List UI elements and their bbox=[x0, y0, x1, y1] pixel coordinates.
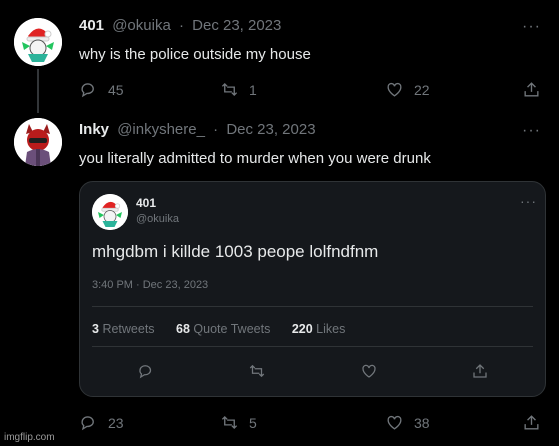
retweet-icon bbox=[221, 83, 238, 96]
tweet2-reply-button[interactable]: 23 bbox=[79, 413, 124, 432]
tweet1-share-button[interactable] bbox=[522, 80, 541, 99]
share-icon bbox=[524, 415, 539, 430]
reply-icon bbox=[81, 416, 94, 431]
tweet2-text: you literally admitted to murder when yo… bbox=[79, 150, 431, 167]
tweet1-reply-button[interactable]: 45 bbox=[79, 80, 124, 99]
tweet1-like-button[interactable]: 22 bbox=[385, 80, 430, 99]
tweet1-handle[interactable]: @okuika bbox=[112, 17, 171, 34]
tweet1-separator: · bbox=[178, 17, 184, 34]
share-icon[interactable] bbox=[471, 362, 489, 380]
tweet2-actions: 23 5 38 bbox=[79, 413, 539, 433]
quoted-text: mhgdbm i killde 1003 peope lolfndfnm bbox=[92, 242, 379, 261]
retweet-icon[interactable] bbox=[248, 362, 266, 380]
tweet1-text: why is the police outside my house bbox=[79, 46, 311, 63]
tweet1-date[interactable]: Dec 23, 2023 bbox=[192, 17, 281, 34]
tweet2-retweet-button[interactable]: 5 bbox=[220, 413, 257, 432]
tweet1-like-count: 22 bbox=[414, 81, 430, 98]
quoted-more-icon[interactable]: ··· bbox=[520, 194, 537, 208]
tweet1-retweet-count: 1 bbox=[249, 81, 257, 98]
avatar-inky[interactable] bbox=[14, 118, 62, 166]
quoted-quote-tweets-count: 68 bbox=[176, 322, 190, 336]
tweet2-display-name[interactable]: Inky bbox=[79, 121, 109, 138]
tweet2-more-icon[interactable]: ··· bbox=[522, 123, 541, 139]
tweet2-retweet-count: 5 bbox=[249, 414, 257, 431]
tweet1-actions: 45 1 22 bbox=[79, 80, 539, 100]
quoted-likes-label: Likes bbox=[316, 322, 346, 336]
quoted-display-name[interactable]: 401 bbox=[136, 196, 156, 210]
quoted-handle[interactable]: @okuika bbox=[136, 213, 179, 225]
quoted-divider-bottom bbox=[92, 346, 533, 347]
tweet2-like-count: 38 bbox=[414, 414, 430, 431]
reply-icon[interactable] bbox=[137, 362, 155, 380]
retweet-icon bbox=[221, 416, 238, 429]
tweet2-share-button[interactable] bbox=[522, 413, 541, 432]
quoted-retweets-label: Retweets bbox=[102, 322, 155, 336]
tweet2-like-button[interactable]: 38 bbox=[385, 413, 430, 432]
quoted-timestamp[interactable]: 3:40 PM · Dec 23, 2023 bbox=[92, 279, 208, 291]
quoted-tweet-card[interactable]: 401 @okuika ··· mhgdbm i killde 1003 peo… bbox=[79, 181, 546, 397]
tweet1-more-icon[interactable]: ··· bbox=[522, 19, 541, 35]
quoted-likes-count: 220 bbox=[291, 322, 313, 336]
share-icon bbox=[524, 82, 539, 97]
quoted-quote-tweets-stat[interactable]: 68 Quote Tweets bbox=[176, 322, 270, 336]
tweet2-date[interactable]: Dec 23, 2023 bbox=[226, 121, 315, 138]
tweet2-handle[interactable]: @inkyshere_ bbox=[117, 121, 205, 138]
thread-connector-line bbox=[37, 69, 39, 113]
quoted-likes-stat[interactable]: 220 Likes bbox=[292, 322, 346, 336]
imgflip-watermark: imgflip.com bbox=[4, 432, 55, 443]
quoted-divider-top bbox=[92, 306, 533, 307]
tweet1-retweet-button[interactable]: 1 bbox=[220, 80, 257, 99]
tweet1-header: 401 @okuika · Dec 23, 2023 bbox=[79, 17, 281, 34]
like-icon[interactable] bbox=[360, 362, 378, 380]
like-icon bbox=[387, 415, 402, 430]
tweet2-separator: · bbox=[213, 121, 219, 138]
reply-icon bbox=[81, 83, 94, 98]
quoted-retweets-stat[interactable]: 3 Retweets bbox=[92, 322, 155, 336]
quoted-avatar bbox=[92, 194, 128, 230]
tweet2-header: Inky @inkyshere_ · Dec 23, 2023 bbox=[79, 121, 316, 138]
quoted-quote-tweets-label: Quote Tweets bbox=[193, 322, 271, 336]
quoted-retweets-count: 3 bbox=[92, 322, 99, 336]
like-icon bbox=[387, 82, 402, 97]
quoted-stats: 3 Retweets 68 Quote Tweets 220 Likes bbox=[92, 322, 363, 336]
tweet1-reply-count: 45 bbox=[108, 81, 124, 98]
tweet1-display-name[interactable]: 401 bbox=[79, 17, 104, 34]
avatar-401[interactable] bbox=[14, 18, 62, 66]
tweet2-reply-count: 23 bbox=[108, 414, 124, 431]
